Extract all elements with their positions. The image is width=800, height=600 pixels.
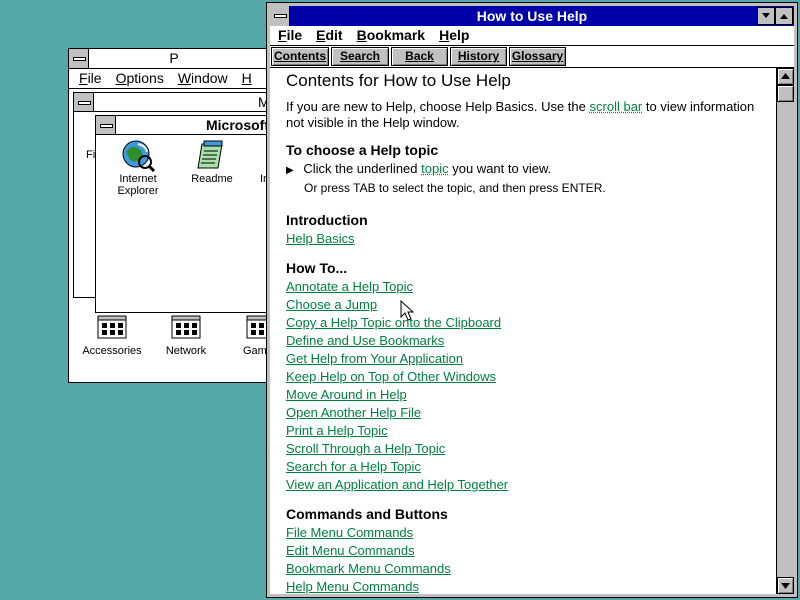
help-titlebar[interactable]: How to Use Help [270, 6, 794, 26]
internet-explorer-label: Internet Explorer [117, 173, 159, 197]
network-label: Network [165, 345, 207, 357]
choose-text-after: you want to view. [452, 161, 552, 176]
how-to-link[interactable]: Search for a Help Topic [286, 459, 421, 474]
clipped-text: Fi [86, 149, 96, 161]
microsoft-group-window[interactable]: Microsoft Internet Explorer Readme In [95, 115, 281, 313]
help-button-bar: Contents Search Back History Glossary [270, 46, 794, 68]
arrow-down-icon [781, 583, 790, 589]
intro-line-2: not visible in the Help window. [286, 115, 460, 130]
section-heading-commands: Commands and Buttons [286, 506, 448, 522]
command-topic-link[interactable]: Bookmark Menu Commands [286, 561, 451, 576]
intro-paragraph: If you are new to Help, choose Help Basi… [286, 99, 754, 114]
control-menu-box[interactable] [69, 49, 89, 68]
scroll-thumb[interactable] [777, 85, 794, 102]
control-menu-box[interactable] [96, 116, 116, 134]
how-to-link[interactable]: View an Application and Help Together [286, 477, 508, 492]
program-group-icon[interactable] [97, 315, 127, 342]
help-window[interactable]: How to Use Help File Edit Bookmark Help Con… [266, 2, 798, 598]
microsoft-group-title: Microsoft [206, 117, 269, 133]
chevron-down-icon [762, 13, 770, 18]
intro-text: If you are new to Help, choose Help Basi… [286, 99, 586, 114]
how-to-link[interactable]: Move Around in Help [286, 387, 407, 402]
accessories-label: Accessories [82, 345, 142, 357]
command-topic-link[interactable]: File Menu Commands [286, 525, 413, 540]
contents-button-label: Contents [274, 49, 326, 63]
how-to-link[interactable]: Get Help from Your Application [286, 351, 463, 366]
maximize-button[interactable] [775, 7, 793, 25]
topic-glossary-link[interactable]: topic [421, 161, 448, 176]
pm-menu-window[interactable]: Window [178, 69, 228, 88]
vertical-scrollbar[interactable] [776, 68, 794, 594]
page-title: Contents for How to Use Help [286, 71, 511, 90]
intro-text-after: to view information [645, 99, 755, 114]
scroll-bar-glossary-link[interactable]: scroll bar [590, 99, 643, 114]
back-button[interactable]: Back [391, 47, 448, 66]
help-window-title: How to Use Help [476, 8, 588, 24]
program-manager-titlebar[interactable]: P [69, 49, 279, 69]
arrow-up-icon [781, 73, 790, 79]
how-to-link[interactable]: Keep Help on Top of Other Windows [286, 369, 496, 384]
help-menubar: File Edit Bookmark Help [270, 26, 794, 46]
chevron-up-icon [780, 14, 788, 19]
history-button-label: History [457, 49, 500, 63]
back-button-label: Back [405, 49, 434, 63]
main-group-titlebar[interactable]: M [74, 93, 276, 112]
minimize-button[interactable] [757, 7, 775, 25]
search-button-label: Search [339, 49, 381, 63]
how-to-link[interactable]: Annotate a Help Topic [286, 279, 413, 294]
bullet-arrow-icon: ▶ [286, 165, 294, 176]
how-to-link[interactable]: Define and Use Bookmarks [286, 333, 444, 348]
scroll-down-button[interactable] [777, 577, 794, 594]
how-to-link[interactable]: Print a Help Topic [286, 423, 388, 438]
pm-menu-help[interactable]: H [242, 69, 252, 88]
menu-bookmark[interactable]: Bookmark [357, 26, 425, 45]
menu-file[interactable]: File [278, 26, 302, 45]
program-manager-window[interactable]: P File Options Window H M Fi Microsoft Inte… [68, 48, 281, 383]
glossary-button[interactable]: Glossary [509, 47, 566, 66]
choose-line-2: Or press TAB to select the topic, and th… [304, 181, 606, 195]
glossary-button-label: Glossary [511, 49, 564, 63]
program-manager-title: P [169, 50, 179, 66]
help-basics-link[interactable]: Help Basics [286, 231, 355, 246]
control-menu-box[interactable] [270, 6, 290, 26]
program-manager-menubar: File Options Window H [69, 69, 279, 89]
control-menu-box[interactable] [74, 93, 94, 111]
command-topic-link[interactable]: Edit Menu Commands [286, 543, 415, 558]
section-heading-how-to: How To... [286, 260, 348, 276]
internet-explorer-icon[interactable] [120, 138, 156, 173]
menu-help[interactable]: Help [439, 26, 469, 45]
contents-button[interactable]: Contents [271, 47, 329, 66]
microsoft-group-titlebar[interactable]: Microsoft [96, 116, 280, 135]
menu-edit[interactable]: Edit [316, 26, 342, 45]
pm-menu-file[interactable]: File [79, 69, 102, 88]
section-heading-introduction: Introduction [286, 212, 368, 228]
history-button[interactable]: History [450, 47, 507, 66]
notepad-readme-icon[interactable] [196, 140, 228, 170]
program-group-icon[interactable] [171, 315, 201, 342]
pm-menu-options[interactable]: Options [116, 69, 164, 88]
how-to-link[interactable]: Scroll Through a Help Topic [286, 441, 445, 456]
how-to-link[interactable]: Copy a Help Topic onto the Clipboard [286, 315, 501, 330]
choose-text: Click the underlined [303, 161, 418, 176]
search-button[interactable]: Search [331, 47, 389, 66]
help-topic-content[interactable]: Contents for How to Use Help If you are … [270, 68, 775, 594]
mouse-pointer-icon [400, 300, 414, 321]
how-to-link[interactable]: Open Another Help File [286, 405, 421, 420]
how-to-link[interactable]: Choose a Jump [286, 297, 377, 312]
readme-label: Readme [191, 173, 233, 185]
section-heading-choose-topic: To choose a Help topic [286, 142, 439, 158]
choose-bullet: ▶ Click the underlined topic you want to… [286, 161, 551, 176]
command-topic-link[interactable]: Help Menu Commands [286, 579, 419, 594]
scroll-up-button[interactable] [777, 68, 794, 85]
